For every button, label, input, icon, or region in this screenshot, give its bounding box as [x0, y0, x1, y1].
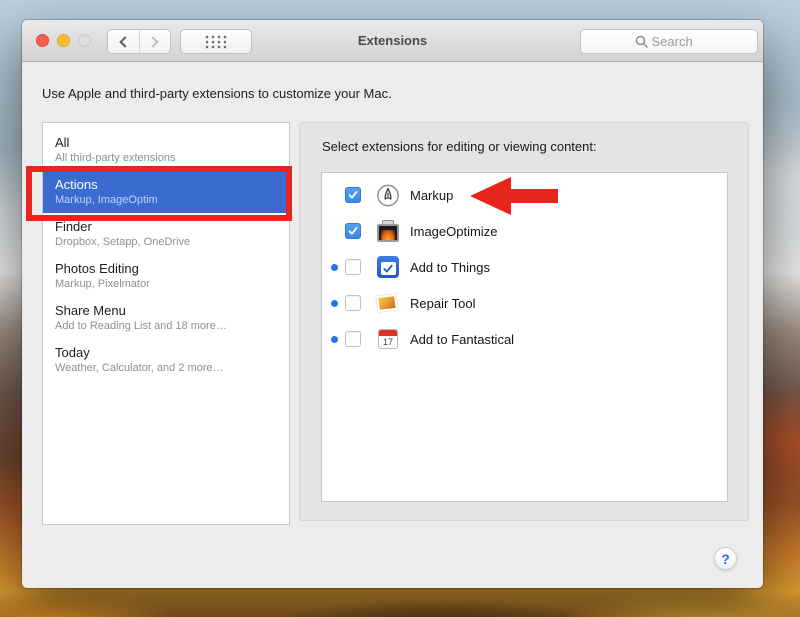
chevron-right-icon: [148, 36, 159, 47]
forward-button[interactable]: [139, 30, 171, 53]
extension-checkbox[interactable]: [345, 331, 361, 347]
things-icon: [376, 255, 400, 279]
panel-header: Select extensions for editing or viewing…: [322, 139, 597, 154]
help-button[interactable]: ?: [714, 547, 737, 570]
search-input[interactable]: [652, 34, 704, 49]
sidebar-item-subtitle: Dropbox, Setapp, OneDrive: [55, 235, 277, 249]
traffic-lights: [22, 34, 91, 47]
back-button[interactable]: [108, 30, 139, 53]
sidebar-item-subtitle: Weather, Calculator, and 2 more…: [55, 361, 277, 375]
nav-buttons: [107, 29, 171, 54]
page-description: Use Apple and third-party extensions to …: [42, 86, 392, 101]
sidebar-item-title: Finder: [55, 219, 277, 235]
sidebar-item-photos-editing[interactable]: Photos EditingMarkup, Pixelmator: [43, 255, 289, 297]
extension-checkbox[interactable]: [345, 187, 361, 203]
sidebar-item-subtitle: Add to Reading List and 18 more…: [55, 319, 277, 333]
sidebar-item-subtitle: All third-party extensions: [55, 151, 277, 165]
minimize-button[interactable]: [57, 34, 70, 47]
close-button[interactable]: [36, 34, 49, 47]
extension-checkbox[interactable]: [345, 223, 361, 239]
extension-row-add-to-things[interactable]: Add to Things: [322, 249, 727, 285]
extension-row-markup[interactable]: Markup: [322, 177, 727, 213]
sidebar-item-title: Actions: [55, 177, 277, 193]
extension-label: Add to Things: [410, 260, 490, 275]
title-bar: Extensions: [22, 20, 763, 62]
imageoptim-icon: [376, 219, 400, 243]
extension-row-add-to-fantastical[interactable]: 17 Add to Fantastical: [322, 321, 727, 357]
extension-checkbox[interactable]: [345, 259, 361, 275]
extension-row-repair-tool[interactable]: Repair Tool: [322, 285, 727, 321]
sidebar-item-finder[interactable]: FinderDropbox, Setapp, OneDrive: [43, 213, 289, 255]
extensions-panel: Select extensions for editing or viewing…: [299, 122, 749, 521]
sidebar-item-title: Share Menu: [55, 303, 277, 319]
extension-row-imageoptimize[interactable]: ImageOptimize: [322, 213, 727, 249]
extension-checkbox[interactable]: [345, 295, 361, 311]
show-all-button[interactable]: [180, 29, 252, 54]
extension-label: Markup: [410, 188, 453, 203]
sidebar-item-today[interactable]: TodayWeather, Calculator, and 2 more…: [43, 339, 289, 381]
sidebar-item-subtitle: Markup, Pixelmator: [55, 277, 277, 291]
recently-added-dot: [331, 336, 338, 343]
sidebar-item-all[interactable]: AllAll third-party extensions: [43, 129, 289, 171]
markup-icon: [376, 183, 400, 207]
sidebar-item-actions[interactable]: ActionsMarkup, ImageOptim: [43, 171, 289, 213]
grid-icon: [205, 35, 227, 49]
sidebar-item-subtitle: Markup, ImageOptim: [55, 193, 277, 207]
sidebar-item-title: All: [55, 135, 277, 151]
extensions-preferences-window: Extensions Use Apple and third-party ext…: [22, 20, 763, 588]
fantastical-icon: 17: [376, 327, 400, 351]
extension-label: ImageOptimize: [410, 224, 497, 239]
sidebar-item-title: Today: [55, 345, 277, 361]
recently-added-dot: [331, 300, 338, 307]
zoom-button[interactable]: [78, 34, 91, 47]
sidebar-item-title: Photos Editing: [55, 261, 277, 277]
repair-tool-icon: [376, 291, 400, 315]
extensions-list: Markup ImageOptimize Add to Things Repair T…: [321, 172, 728, 502]
category-sidebar: AllAll third-party extensionsActionsMark…: [42, 122, 290, 525]
search-icon: [635, 35, 648, 48]
extension-label: Repair Tool: [410, 296, 476, 311]
extension-label: Add to Fantastical: [410, 332, 514, 347]
recently-added-dot: [331, 264, 338, 271]
chevron-left-icon: [119, 36, 130, 47]
sidebar-item-share-menu[interactable]: Share MenuAdd to Reading List and 18 mor…: [43, 297, 289, 339]
search-field[interactable]: [580, 29, 758, 54]
